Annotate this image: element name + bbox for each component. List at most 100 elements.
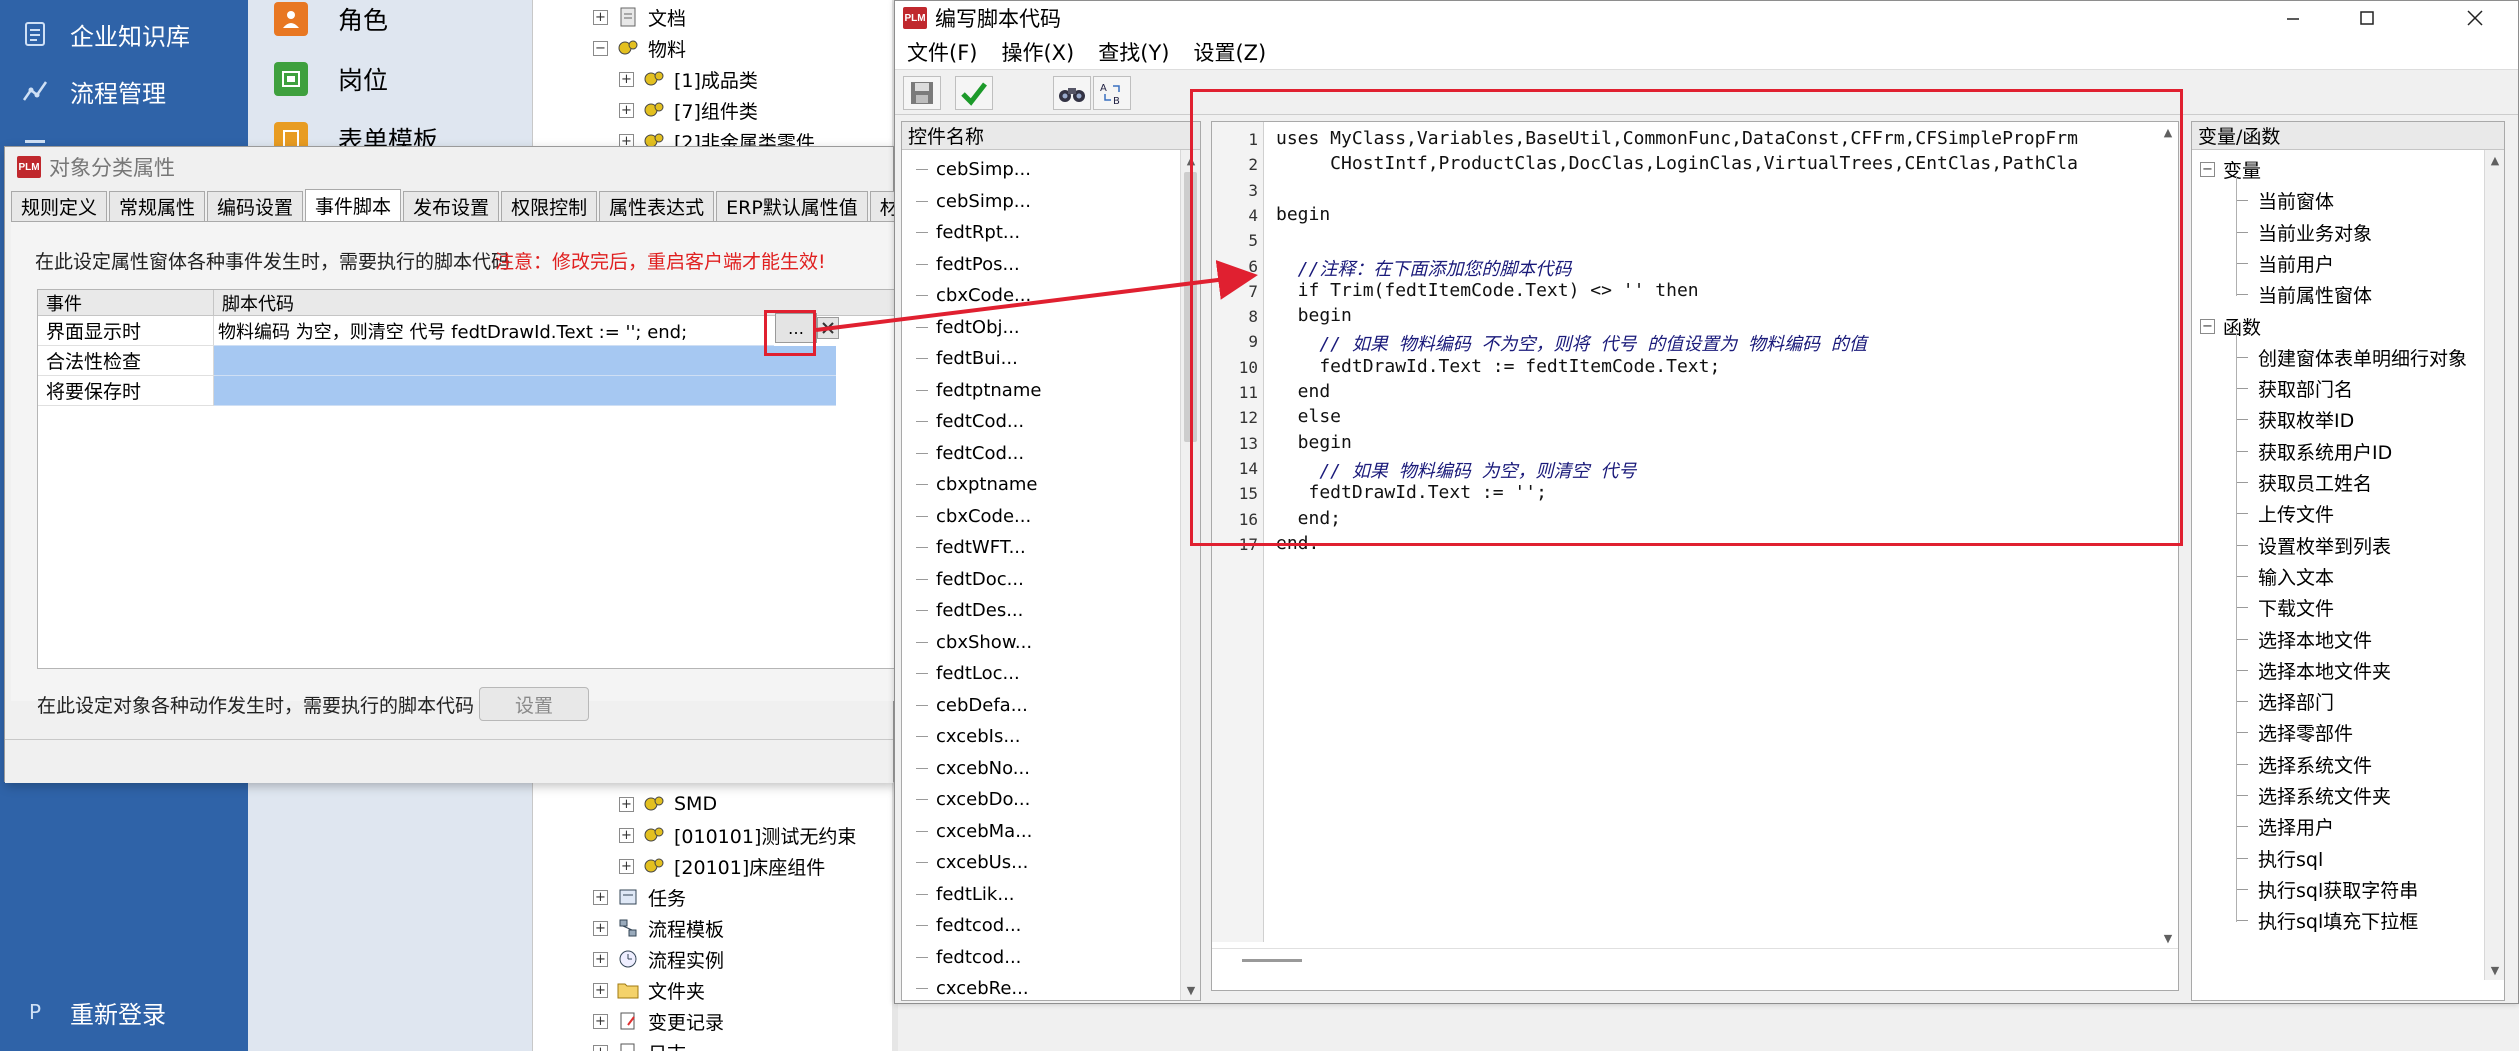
- var-item[interactable]: 选择系统文件夹: [2236, 780, 2391, 811]
- scroll-thumb[interactable]: [1242, 959, 1302, 962]
- control-item[interactable]: fedtWFT...: [902, 532, 1026, 563]
- find-button[interactable]: [1053, 76, 1091, 110]
- var-group-node[interactable]: − 函数: [2200, 311, 2261, 342]
- window-titlebar[interactable]: PLM 编写脚本代码: [895, 1, 2518, 35]
- tab-publish-settings[interactable]: 发布设置: [403, 191, 500, 221]
- editor-horizontal-scrollbar[interactable]: [1212, 948, 2178, 988]
- control-item[interactable]: fedtLik...: [902, 879, 1015, 910]
- event-name[interactable]: 界面显示时: [38, 316, 214, 346]
- scroll-down-icon[interactable]: ▼: [1181, 980, 1201, 1000]
- event-script-cell[interactable]: [214, 376, 836, 406]
- control-item[interactable]: fedtCod...: [902, 406, 1024, 437]
- tree-node-log[interactable]: + 日志: [593, 1037, 686, 1051]
- control-item[interactable]: fedtCod...: [902, 438, 1024, 469]
- settings-button[interactable]: 设置: [479, 687, 589, 721]
- expand-icon[interactable]: +: [619, 71, 634, 87]
- control-item[interactable]: cbxCode...: [902, 280, 1031, 311]
- var-item[interactable]: 选择零部件: [2236, 717, 2353, 748]
- control-item[interactable]: cebDefa...: [902, 690, 1028, 721]
- control-item[interactable]: fedtDoc...: [902, 564, 1024, 595]
- tab-rule-definition[interactable]: 规则定义: [11, 191, 108, 221]
- control-item[interactable]: cbxptname: [902, 469, 1038, 500]
- expand-icon[interactable]: +: [619, 102, 634, 118]
- module-item-role[interactable]: 角色: [248, 0, 532, 46]
- expand-icon[interactable]: +: [593, 951, 608, 967]
- expand-icon[interactable]: +: [593, 9, 608, 25]
- tab-property-expression[interactable]: 属性表达式: [599, 191, 715, 221]
- var-item[interactable]: 当前窗体: [2236, 185, 2334, 216]
- tab-permission-control[interactable]: 权限控制: [501, 191, 598, 221]
- tree-node-component[interactable]: + [7]组件类: [619, 95, 758, 125]
- collapse-icon[interactable]: −: [2200, 162, 2215, 177]
- menu-file[interactable]: 文件(F): [895, 37, 989, 67]
- scroll-down-icon[interactable]: ▼: [2485, 960, 2505, 980]
- var-item[interactable]: 上传文件: [2236, 498, 2334, 529]
- control-item[interactable]: fedtcod...: [902, 942, 1021, 973]
- control-item[interactable]: cxcebRe...: [902, 973, 1029, 1004]
- maximize-button[interactable]: [2335, 1, 2399, 35]
- nav-item-flow-management[interactable]: 流程管理: [0, 66, 248, 116]
- tree-node-flow-instance[interactable]: + 流程实例: [593, 944, 724, 974]
- collapse-icon[interactable]: −: [2200, 318, 2215, 334]
- tree-node-change-log[interactable]: + 变更记录: [593, 1006, 724, 1036]
- var-item[interactable]: 获取系统用户ID: [2236, 436, 2392, 467]
- control-item[interactable]: fedtDes...: [902, 595, 1023, 626]
- expand-icon[interactable]: +: [619, 827, 634, 843]
- event-name[interactable]: 合法性检查: [38, 346, 214, 376]
- tree-node-folder[interactable]: + 文件夹: [593, 975, 705, 1005]
- var-item[interactable]: 获取枚举ID: [2236, 404, 2354, 435]
- nav-item-relogin[interactable]: P 重新登录: [0, 987, 248, 1037]
- control-item[interactable]: fedtObj...: [902, 312, 1020, 343]
- menu-settings[interactable]: 设置(Z): [1181, 37, 1278, 67]
- var-item[interactable]: 输入文本: [2236, 561, 2334, 592]
- expand-icon[interactable]: +: [593, 982, 608, 998]
- tab-code-settings[interactable]: 编码设置: [207, 191, 304, 221]
- save-button[interactable]: [903, 76, 941, 110]
- var-item[interactable]: 选择部门: [2236, 686, 2334, 717]
- control-item[interactable]: cebSimp...: [902, 154, 1031, 185]
- dialog-titlebar[interactable]: PLM 对象分类属性: [5, 147, 893, 187]
- control-item[interactable]: cxcebNo...: [902, 753, 1030, 784]
- control-item[interactable]: fedtcod...: [902, 910, 1021, 941]
- replace-button[interactable]: AB: [1093, 76, 1131, 110]
- minimize-button[interactable]: [2261, 1, 2325, 35]
- control-item[interactable]: cebSimp...: [902, 186, 1031, 217]
- var-item[interactable]: 选择本地文件夹: [2236, 655, 2391, 686]
- event-name[interactable]: 将要保存时: [38, 376, 214, 406]
- expand-icon[interactable]: +: [593, 920, 608, 936]
- var-item[interactable]: 当前业务对象: [2236, 217, 2372, 248]
- menu-operation[interactable]: 操作(X): [989, 37, 1086, 67]
- control-item[interactable]: fedtBui...: [902, 343, 1018, 374]
- var-item[interactable]: 执行sql: [2236, 843, 2323, 874]
- var-item[interactable]: 获取部门名: [2236, 373, 2353, 404]
- tree-node-docs[interactable]: + 文档: [593, 2, 686, 32]
- var-item[interactable]: 当前属性窗体: [2236, 279, 2372, 310]
- expand-icon[interactable]: +: [593, 1044, 608, 1051]
- close-button[interactable]: [2443, 1, 2507, 35]
- var-group-node[interactable]: − 变量: [2200, 154, 2261, 185]
- event-script-cell[interactable]: [214, 346, 836, 376]
- tree-node-flow-template[interactable]: + 流程模板: [593, 913, 724, 943]
- var-item[interactable]: 选择系统文件: [2236, 749, 2372, 780]
- control-item[interactable]: fedtptname: [902, 375, 1041, 406]
- tab-general-properties[interactable]: 常规属性: [109, 191, 206, 221]
- control-item[interactable]: cxcebDo...: [902, 784, 1030, 815]
- control-item[interactable]: fedtPos...: [902, 249, 1020, 280]
- expand-icon[interactable]: +: [619, 858, 634, 874]
- module-item-post[interactable]: 岗位: [248, 52, 532, 106]
- expand-icon[interactable]: +: [619, 796, 634, 812]
- var-item[interactable]: 获取员工姓名: [2236, 467, 2372, 498]
- expand-icon[interactable]: +: [593, 889, 608, 905]
- control-item[interactable]: cbxCode...: [902, 501, 1031, 532]
- control-item[interactable]: cxcebUs...: [902, 847, 1028, 878]
- tree-node-material[interactable]: − 物料: [593, 33, 686, 63]
- var-item[interactable]: 下载文件: [2236, 592, 2334, 623]
- tab-event-script[interactable]: 事件脚本: [305, 189, 402, 221]
- var-item[interactable]: 选择用户: [2236, 811, 2334, 842]
- tab-erp-default-values[interactable]: ERP默认属性值: [716, 191, 868, 221]
- scroll-down-icon[interactable]: ▼: [2158, 928, 2178, 948]
- collapse-icon[interactable]: −: [593, 40, 608, 56]
- tree-node-task[interactable]: + 任务: [593, 882, 686, 912]
- menu-find[interactable]: 查找(Y): [1086, 37, 1181, 67]
- tree-node-finished-goods[interactable]: + [1]成品类: [619, 64, 758, 94]
